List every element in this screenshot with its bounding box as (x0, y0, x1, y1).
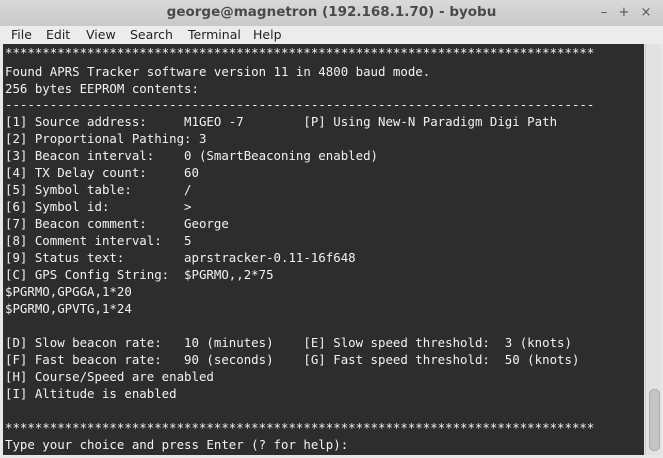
terminal-line: $PGRMO,GPGGA,1*20 (5, 284, 132, 299)
terminal-line: [2] Proportional Pathing: 3 (5, 131, 207, 146)
menu-help[interactable]: Help (253, 27, 282, 42)
terminal-line: [4] TX Delay count: 60 (5, 165, 199, 180)
terminal-output[interactable]: ****************************************… (3, 44, 644, 455)
maximize-button[interactable]: + (615, 4, 633, 22)
scrollbar-thumb[interactable] (649, 389, 660, 451)
terminal-line: [8] Comment interval: 5 (5, 233, 192, 248)
window-title: george@magnetron (192.168.1.70) - byobu (166, 4, 497, 20)
terminal-line: [9] Status text: aprstracker-0.11-16f648 (5, 250, 356, 265)
terminal-line: [1] Source address: M1GEO -7 [P] Using N… (5, 114, 558, 129)
terminal-line: [I] Altitude is enabled (5, 386, 177, 401)
terminal-line: [6] Symbol id: > (5, 199, 192, 214)
terminal-line: [5] Symbol table: / (5, 182, 192, 197)
title-bar[interactable]: george@magnetron (192.168.1.70) - byobu … (0, 0, 663, 27)
terminal-prompt: Type your choice and press Enter (? for … (5, 437, 349, 452)
terminal-line: 256 bytes EEPROM contents: (5, 81, 199, 96)
terminal-line: [3] Beacon interval: 0 (SmartBeaconing e… (5, 148, 378, 163)
terminal-line: ****************************************… (5, 45, 595, 60)
menu-view[interactable]: View (86, 27, 116, 42)
terminal-line: ----------------------------------------… (5, 97, 595, 112)
terminal-line: [F] Fast beacon rate: 90 (seconds) [G] F… (5, 352, 580, 367)
terminal-line: ****************************************… (5, 420, 595, 435)
terminal-line: [H] Course/Speed are enabled (5, 369, 214, 384)
terminal-line: Found APRS Tracker software version 11 i… (5, 64, 431, 79)
terminal-scrollbar[interactable] (645, 44, 661, 455)
terminal-line: [D] Slow beacon rate: 10 (minutes) [E] S… (5, 335, 572, 350)
close-button[interactable]: × (637, 4, 655, 22)
terminal-window: george@magnetron (192.168.1.70) - byobu … (0, 0, 663, 458)
menu-terminal[interactable]: Terminal (188, 27, 241, 42)
menu-search[interactable]: Search (130, 27, 173, 42)
menu-file[interactable]: File (11, 27, 32, 42)
terminal-line: $PGRMO,GPVTG,1*24 (5, 301, 132, 316)
terminal-line: [7] Beacon comment: George (5, 216, 229, 231)
menu-bar: File Edit View Search Terminal Help (0, 26, 663, 44)
menu-edit[interactable]: Edit (46, 27, 70, 42)
terminal-line: [C] GPS Config String: $PGRMO,,2*75 (5, 267, 274, 282)
minimize-button[interactable]: – (595, 4, 613, 22)
